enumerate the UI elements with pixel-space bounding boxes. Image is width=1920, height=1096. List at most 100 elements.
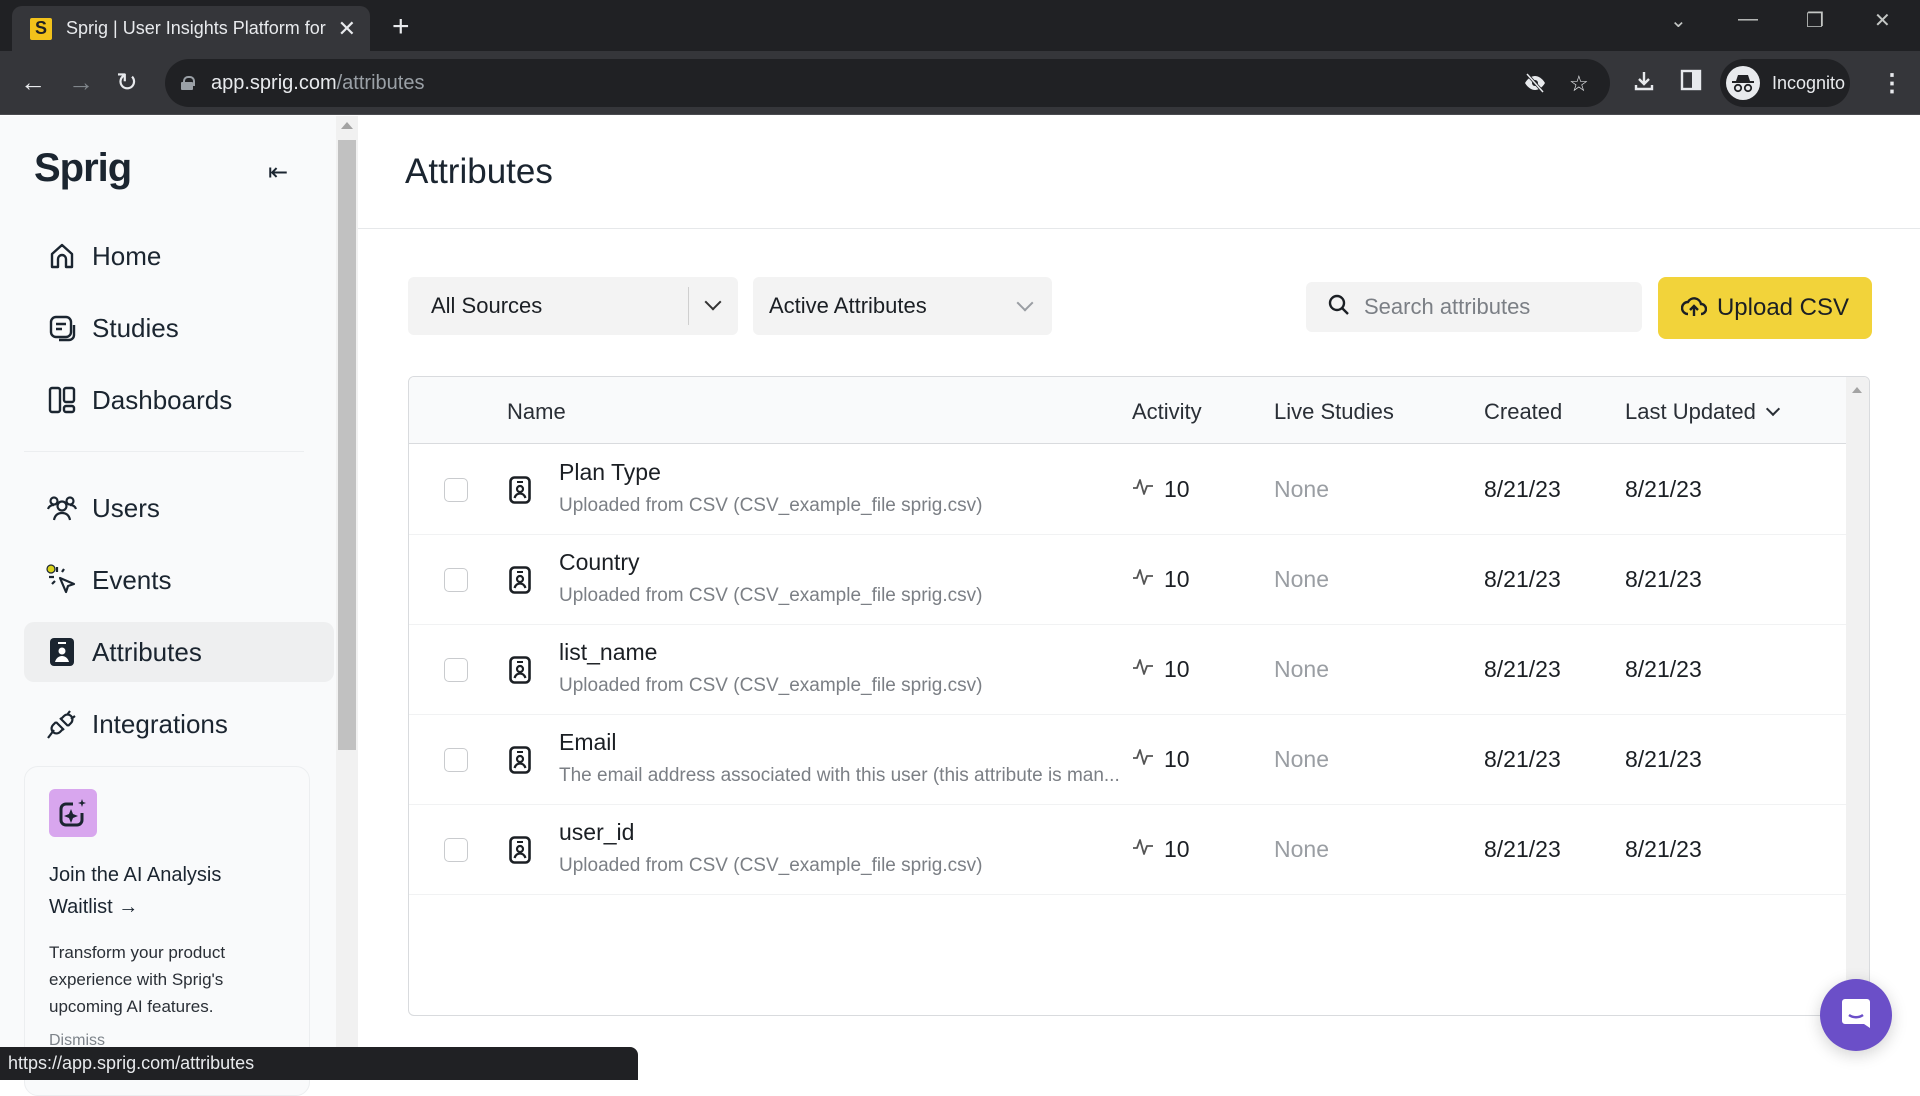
sidebar-scrollbar[interactable] bbox=[336, 116, 358, 1080]
home-icon bbox=[46, 240, 78, 272]
column-header-created[interactable]: Created bbox=[1484, 399, 1562, 425]
table-row[interactable]: Country Uploaded from CSV (CSV_example_f… bbox=[409, 535, 1846, 625]
sidebar-item-home[interactable]: Home bbox=[24, 226, 334, 286]
attribute-badge-icon bbox=[509, 476, 531, 509]
forward-icon[interactable]: → bbox=[68, 67, 94, 98]
tracking-protection-eye-off-icon[interactable] bbox=[1523, 71, 1547, 101]
scroll-up-arrow-icon[interactable] bbox=[341, 122, 353, 129]
last-updated-date: 8/21/23 bbox=[1625, 566, 1702, 592]
attribute-description: The email address associated with this u… bbox=[559, 765, 1120, 786]
incognito-label: Incognito bbox=[1772, 72, 1846, 93]
live-studies-value: None bbox=[1274, 656, 1329, 682]
sprig-app: Sprig ⇤ Home Studies Dashboards Users Ev… bbox=[0, 116, 1920, 1096]
download-icon[interactable] bbox=[1632, 69, 1656, 100]
row-checkbox[interactable] bbox=[444, 658, 468, 682]
page-title: Attributes bbox=[405, 152, 553, 191]
created-date: 8/21/23 bbox=[1484, 476, 1561, 502]
incognito-icon bbox=[1726, 66, 1760, 100]
activity-count: 10 bbox=[1164, 836, 1190, 862]
table-header: Name Activity Live Studies Created Last … bbox=[409, 377, 1846, 444]
column-header-last-updated-label: Last Updated bbox=[1625, 399, 1756, 424]
row-checkbox[interactable] bbox=[444, 568, 468, 592]
created-date: 8/21/23 bbox=[1484, 656, 1561, 682]
sidebar-item-dashboards[interactable]: Dashboards bbox=[24, 370, 334, 430]
table-row[interactable]: Email The email address associated with … bbox=[409, 715, 1846, 805]
reload-icon[interactable]: ↻ bbox=[116, 67, 138, 98]
sidebar-item-label: Studies bbox=[92, 312, 179, 343]
activity-count: 10 bbox=[1164, 476, 1190, 502]
source-filter-select[interactable]: All Sources bbox=[408, 277, 738, 335]
attribute-name[interactable]: list_name bbox=[559, 639, 657, 666]
sprig-logo[interactable]: Sprig bbox=[34, 146, 132, 191]
column-header-activity[interactable]: Activity bbox=[1132, 399, 1202, 425]
collapse-sidebar-icon[interactable]: ⇤ bbox=[268, 158, 288, 187]
search-box[interactable] bbox=[1306, 282, 1642, 332]
side-panel-icon[interactable] bbox=[1680, 69, 1702, 98]
back-icon[interactable]: ← bbox=[20, 67, 46, 98]
row-checkbox[interactable] bbox=[444, 838, 468, 862]
sidebar-item-studies[interactable]: Studies bbox=[24, 298, 334, 358]
table-row[interactable]: user_id Uploaded from CSV (CSV_example_f… bbox=[409, 805, 1846, 895]
attribute-name[interactable]: Plan Type bbox=[559, 459, 661, 486]
sidebar-item-label: Attributes bbox=[92, 636, 202, 667]
chat-icon bbox=[1839, 996, 1873, 1035]
table-row[interactable]: Plan Type Uploaded from CSV (CSV_example… bbox=[409, 445, 1846, 535]
last-updated-date: 8/21/23 bbox=[1625, 656, 1702, 682]
search-input[interactable] bbox=[1364, 294, 1624, 320]
sidebar-item-integrations[interactable]: Integrations bbox=[24, 694, 334, 754]
integrations-icon bbox=[46, 708, 78, 740]
search-icon bbox=[1328, 294, 1350, 321]
created-date: 8/21/23 bbox=[1484, 746, 1561, 772]
bookmark-star-icon[interactable]: ☆ bbox=[1569, 71, 1589, 97]
restore-icon[interactable]: ❐ bbox=[1806, 8, 1824, 33]
promo-description: Transform your product experience with S… bbox=[49, 943, 226, 1016]
upload-csv-button[interactable]: Upload CSV bbox=[1658, 277, 1872, 339]
row-checkbox[interactable] bbox=[444, 478, 468, 502]
last-updated-date: 8/21/23 bbox=[1625, 746, 1702, 772]
created-date: 8/21/23 bbox=[1484, 836, 1561, 862]
attribute-description: Uploaded from CSV (CSV_example_file spri… bbox=[559, 495, 983, 516]
chevron-down-icon bbox=[1016, 294, 1034, 312]
minimize-icon[interactable]: — bbox=[1738, 8, 1758, 31]
new-tab-icon[interactable]: + bbox=[392, 10, 410, 44]
sidebar-item-users[interactable]: Users bbox=[24, 478, 334, 538]
attribute-name[interactable]: Email bbox=[559, 729, 617, 756]
attribute-badge-icon bbox=[509, 746, 531, 779]
address-bar[interactable]: app.sprig.com/attributes ☆ bbox=[165, 59, 1610, 107]
table-scrollbar[interactable] bbox=[1846, 377, 1869, 1015]
upload-csv-label: Upload CSV bbox=[1716, 294, 1850, 321]
page-header: Attributes bbox=[358, 116, 1920, 229]
browser-tab-bar: S Sprig | User Insights Platform for ✕ +… bbox=[0, 0, 1920, 51]
table-row[interactable]: list_name Uploaded from CSV (CSV_example… bbox=[409, 625, 1846, 715]
sidebar-item-events[interactable]: Events bbox=[24, 550, 334, 610]
attribute-description: Uploaded from CSV (CSV_example_file spri… bbox=[559, 585, 983, 606]
url-path: /attributes bbox=[336, 71, 425, 94]
close-tab-icon[interactable]: ✕ bbox=[338, 16, 356, 42]
activity-count: 10 bbox=[1164, 656, 1190, 682]
browser-menu-icon[interactable]: ⋮ bbox=[1880, 69, 1904, 98]
live-studies-value: None bbox=[1274, 746, 1329, 772]
column-header-last-updated[interactable]: Last Updated bbox=[1625, 399, 1780, 425]
status-filter-value: Active Attributes bbox=[769, 293, 927, 318]
chat-support-button[interactable] bbox=[1820, 979, 1892, 1051]
attribute-name[interactable]: user_id bbox=[559, 819, 634, 846]
attribute-description: Uploaded from CSV (CSV_example_file spri… bbox=[559, 675, 983, 696]
attribute-name[interactable]: Country bbox=[559, 549, 640, 576]
column-header-live-studies[interactable]: Live Studies bbox=[1274, 399, 1394, 425]
activity-cell: 10 bbox=[1132, 746, 1190, 773]
status-filter-select[interactable]: Active Attributes bbox=[753, 277, 1052, 335]
attributes-icon bbox=[46, 636, 78, 668]
column-header-name[interactable]: Name bbox=[507, 399, 566, 425]
ai-waitlist-link[interactable]: Join the AI Analysis Waitlist → bbox=[49, 859, 285, 923]
sidebar-scrollbar-thumb[interactable] bbox=[338, 140, 356, 750]
sidebar-item-attributes[interactable]: Attributes bbox=[24, 622, 334, 682]
incognito-profile-button[interactable]: Incognito bbox=[1720, 59, 1850, 107]
close-window-icon[interactable]: ✕ bbox=[1874, 8, 1891, 33]
scroll-up-arrow-icon[interactable] bbox=[1852, 387, 1862, 393]
browser-tab[interactable]: S Sprig | User Insights Platform for ✕ bbox=[12, 6, 370, 51]
source-filter-value: All Sources bbox=[431, 293, 543, 318]
sidebar-item-label: Integrations bbox=[92, 708, 228, 739]
live-studies-value: None bbox=[1274, 836, 1329, 862]
row-checkbox[interactable] bbox=[444, 748, 468, 772]
tab-search-chevron-icon[interactable]: ⌄ bbox=[1670, 8, 1687, 33]
